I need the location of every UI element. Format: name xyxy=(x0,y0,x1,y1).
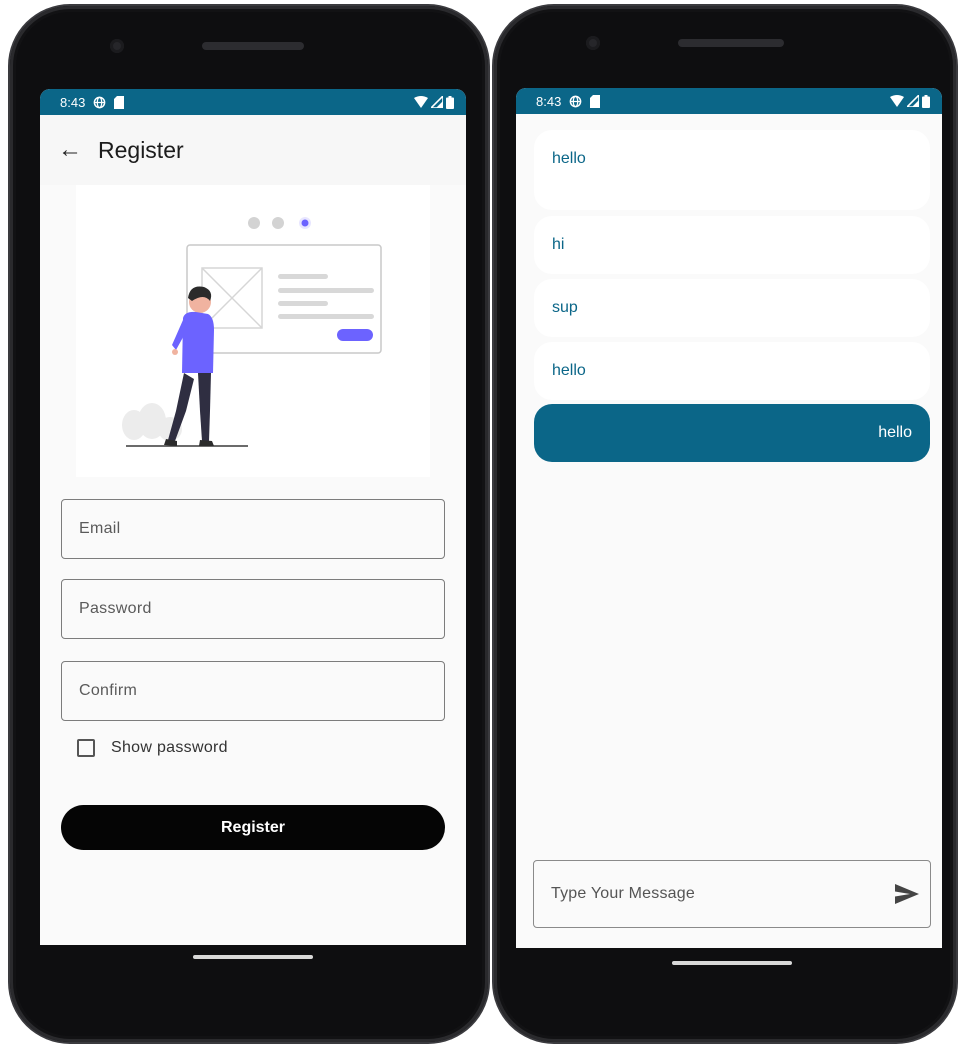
person-with-webpage-illustration xyxy=(122,217,382,447)
email-input[interactable] xyxy=(61,499,445,559)
app-bar: ← Register xyxy=(40,115,466,185)
message-bubble-received[interactable]: hello xyxy=(534,130,930,210)
home-indicator[interactable] xyxy=(193,955,313,959)
show-password-checkbox[interactable] xyxy=(77,739,95,757)
front-camera xyxy=(110,39,124,53)
wifi-icon xyxy=(414,96,428,108)
message-text: hi xyxy=(552,236,565,253)
sim-card-icon xyxy=(590,94,601,108)
message-text: hello xyxy=(552,362,586,379)
earpiece-speaker xyxy=(678,39,784,47)
battery-icon xyxy=(922,94,930,108)
register-screen: 8:43 ← Register Email Show password Regi… xyxy=(40,89,466,945)
page-dot-2 xyxy=(272,217,284,229)
vpn-globe-icon xyxy=(569,95,582,107)
message-bubble-received[interactable]: sup xyxy=(534,279,930,337)
show-password-row[interactable]: Show password xyxy=(77,739,228,757)
message-bubble-received[interactable]: hi xyxy=(534,216,930,274)
phone-frame-right: 8:43 hello hi sup hello hello Type Your … xyxy=(494,6,956,1042)
status-bar: 8:43 xyxy=(40,89,466,115)
status-time: 8:43 xyxy=(60,94,86,110)
chat-screen: 8:43 hello hi sup hello hello Type Your … xyxy=(516,88,942,948)
message-composer xyxy=(533,860,931,928)
sim-card-icon xyxy=(114,95,125,109)
message-text: hello xyxy=(552,150,586,167)
signal-icon xyxy=(907,95,919,107)
send-button[interactable] xyxy=(884,871,930,917)
vpn-globe-icon xyxy=(93,96,106,108)
message-bubble-received[interactable]: hello xyxy=(534,342,930,400)
signal-icon xyxy=(431,96,443,108)
message-input[interactable] xyxy=(534,884,884,904)
battery-icon xyxy=(446,95,454,109)
page-dot-1 xyxy=(248,217,260,229)
register-button[interactable]: Register xyxy=(61,805,445,850)
status-bar: 8:43 xyxy=(516,88,942,114)
message-text: hello xyxy=(878,424,912,441)
onboarding-illustration xyxy=(76,185,430,477)
password-input[interactable] xyxy=(61,579,445,639)
page-title: Register xyxy=(98,136,184,163)
wifi-icon xyxy=(890,95,904,107)
earpiece-speaker xyxy=(202,42,304,50)
show-password-label: Show password xyxy=(111,739,228,756)
arrow-left-icon[interactable]: ← xyxy=(58,136,88,164)
status-time: 8:43 xyxy=(536,93,562,109)
home-indicator[interactable] xyxy=(672,961,792,965)
front-camera xyxy=(586,36,600,50)
message-text: sup xyxy=(552,299,578,316)
confirm-password-input[interactable] xyxy=(61,661,445,721)
phone-frame-left: 8:43 ← Register Email Show password Regi… xyxy=(10,6,488,1042)
send-icon xyxy=(895,884,919,904)
message-bubble-sent[interactable]: hello xyxy=(534,404,930,462)
